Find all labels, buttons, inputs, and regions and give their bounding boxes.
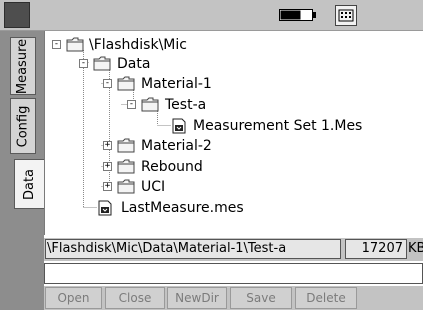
device-screen: Measure Config Data - \Flashdisk\Mic - D…: [0, 0, 423, 310]
tree-node-label: UCI: [141, 179, 166, 195]
tree-node-test-a[interactable]: - Test-a: [45, 95, 415, 115]
collapse-icon[interactable]: -: [52, 40, 61, 49]
measurement-file-icon: [172, 118, 186, 134]
tab-measure[interactable]: Measure: [10, 37, 36, 95]
folder-icon: [117, 179, 135, 194]
folder-icon: [66, 37, 84, 52]
folder-icon: [141, 97, 159, 112]
moon-logo-icon[interactable]: [4, 2, 30, 28]
folder-icon: [93, 56, 111, 71]
tree-node-measurement-set[interactable]: Measurement Set 1.Mes: [45, 116, 415, 136]
tree-node-lastmeasure[interactable]: LastMeasure.mes: [45, 198, 415, 218]
tree-node-rebound[interactable]: + Rebound: [45, 157, 415, 177]
tree-node-data[interactable]: - Data: [45, 54, 415, 74]
tab-data[interactable]: Data: [14, 159, 44, 209]
tree-node-label: Measurement Set 1.Mes: [193, 118, 363, 134]
tree-node-uci[interactable]: + UCI: [45, 177, 415, 197]
collapse-icon[interactable]: -: [103, 79, 112, 88]
close-button[interactable]: Close: [105, 287, 165, 309]
free-size-unit: KB: [408, 241, 423, 256]
action-button-bar: Open Close NewDir Save Delete: [44, 286, 423, 310]
tab-config-label: Config: [15, 105, 31, 147]
file-tree[interactable]: - \Flashdisk\Mic - Data - Material-1 - T…: [44, 31, 423, 235]
tree-node-label: LastMeasure.mes: [121, 200, 244, 216]
open-button[interactable]: Open: [45, 287, 102, 309]
tree-node-label: Rebound: [141, 159, 203, 175]
tree-node-label: \Flashdisk\Mic: [89, 37, 187, 53]
tree-node-label: Material-2: [141, 138, 212, 154]
folder-icon: [117, 159, 135, 174]
tree-node-label: Data: [117, 56, 151, 72]
tree-node-root[interactable]: - \Flashdisk\Mic: [45, 35, 415, 55]
side-tab-bar: Measure Config Data: [0, 31, 44, 310]
folder-icon: [117, 76, 135, 91]
new-dir-button[interactable]: NewDir: [167, 287, 227, 309]
save-button[interactable]: Save: [230, 287, 292, 309]
tree-node-material-1[interactable]: - Material-1: [45, 74, 415, 94]
measurement-file-icon: [98, 200, 112, 216]
top-bar: [0, 0, 423, 31]
tab-measure-label: Measure: [15, 38, 31, 94]
keyboard-icon[interactable]: [335, 5, 357, 26]
path-bar: \Flashdisk\Mic\Data\Material-1\Test-a 17…: [44, 238, 423, 261]
tree-node-label: Test-a: [165, 97, 207, 113]
tree-node-material-2[interactable]: + Material-2: [45, 136, 415, 156]
tree-node-label: Material-1: [141, 76, 212, 92]
free-size-value: 17207: [345, 239, 407, 259]
filename-input[interactable]: [44, 263, 423, 284]
delete-button[interactable]: Delete: [295, 287, 357, 309]
battery-icon: [279, 9, 316, 21]
expand-icon[interactable]: +: [103, 182, 112, 191]
tab-config[interactable]: Config: [10, 98, 36, 154]
tab-data-label: Data: [22, 168, 38, 200]
expand-icon[interactable]: +: [103, 162, 112, 171]
current-path: \Flashdisk\Mic\Data\Material-1\Test-a: [45, 239, 341, 259]
collapse-icon[interactable]: -: [127, 100, 136, 109]
folder-icon: [117, 138, 135, 153]
expand-icon[interactable]: +: [103, 141, 112, 150]
collapse-icon[interactable]: -: [79, 59, 88, 68]
